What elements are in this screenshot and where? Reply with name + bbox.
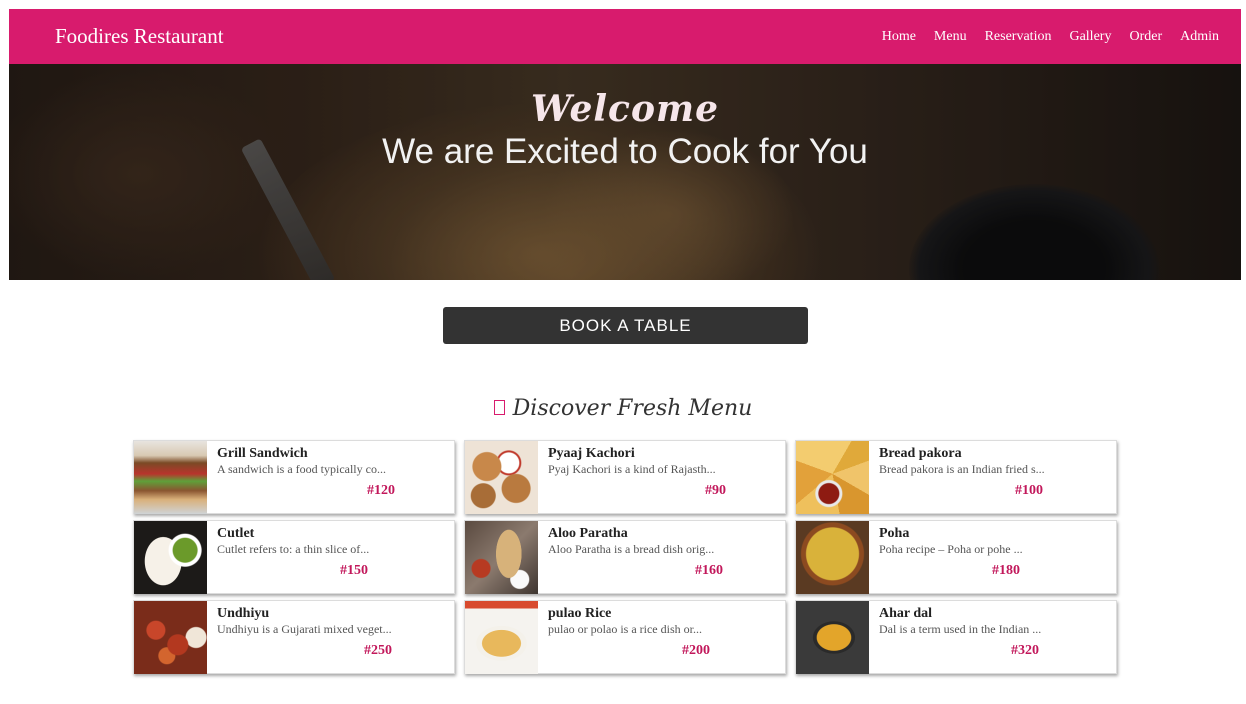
menu-item-description: Bread pakora is an Indian fried s... — [879, 462, 1045, 476]
menu-item-price: #250 — [364, 643, 392, 658]
menu-item-name: Cutlet — [217, 526, 255, 541]
menu-item-description: pulao or polao is a rice dish or... — [548, 622, 702, 636]
nav-menu[interactable]: Menu — [934, 29, 967, 45]
menu-item-price: #120 — [367, 483, 395, 498]
menu-item-name: Bread pakora — [879, 446, 962, 461]
menu-item-price: #200 — [682, 643, 710, 658]
nav-links: Home Menu Reservation Gallery Order Admi… — [882, 29, 1219, 45]
menu-card[interactable]: Grill Sandwich A sandwich is a food typi… — [133, 440, 455, 514]
grill-sandwich-image — [134, 441, 207, 514]
menu-grid: Grill Sandwich A sandwich is a food typi… — [133, 440, 1117, 674]
menu-item-description: Undhiyu is a Gujarati mixed veget... — [217, 622, 392, 636]
menu-card[interactable]: Ahar dal Dal is a term used in the India… — [795, 600, 1117, 674]
nav-reservation[interactable]: Reservation — [985, 29, 1052, 45]
hero-welcome: Welcome — [530, 88, 719, 130]
menu-item-description: Dal is a term used in the Indian ... — [879, 622, 1042, 636]
menu-card[interactable]: Undhiyu Undhiyu is a Gujarati mixed vege… — [133, 600, 455, 674]
menu-item-name: Ahar dal — [879, 606, 933, 621]
menu-section-title: Discover Fresh Menu — [0, 396, 1246, 421]
pulao-rice-image — [465, 601, 538, 674]
menu-item-name: Pyaaj Kachori — [548, 446, 635, 461]
menu-item-description: A sandwich is a food typically co... — [217, 462, 386, 476]
nav-home[interactable]: Home — [882, 29, 916, 45]
menu-item-name: Grill Sandwich — [217, 446, 308, 461]
pyaaj-kachori-image — [465, 441, 538, 514]
menu-item-price: #150 — [340, 563, 368, 578]
menu-icon — [493, 399, 505, 415]
menu-card[interactable]: Cutlet Cutlet refers to: a thin slice of… — [133, 520, 455, 594]
book-table-button[interactable]: BOOK A TABLE — [443, 307, 808, 344]
menu-item-name: Undhiyu — [217, 606, 270, 621]
menu-card[interactable]: Poha Poha recipe – Poha or pohe ... #180 — [795, 520, 1117, 594]
nav-order[interactable]: Order — [1129, 29, 1162, 45]
navbar: Foodires Restaurant Home Menu Reservatio… — [9, 9, 1241, 64]
menu-item-name: pulao Rice — [548, 606, 612, 621]
cutlet-image — [134, 521, 207, 594]
menu-card[interactable]: Bread pakora Bread pakora is an Indian f… — [795, 440, 1117, 514]
menu-item-price: #100 — [1015, 483, 1043, 498]
menu-item-price: #180 — [992, 563, 1020, 578]
menu-item-name: Aloo Paratha — [548, 526, 628, 541]
menu-item-description: Poha recipe – Poha or pohe ... — [879, 542, 1023, 556]
aloo-paratha-image — [465, 521, 538, 594]
menu-item-description: Pyaj Kachori is a kind of Rajasth... — [548, 462, 716, 476]
bread-pakora-image — [796, 441, 869, 514]
poha-image — [796, 521, 869, 594]
menu-item-name: Poha — [879, 526, 910, 541]
menu-item-price: #160 — [695, 563, 723, 578]
hero-banner: Welcome We are Excited to Cook for You — [9, 64, 1241, 280]
nav-gallery[interactable]: Gallery — [1069, 29, 1111, 45]
menu-item-price: #90 — [705, 483, 726, 498]
hero-tagline: We are Excited to Cook for You — [382, 132, 868, 171]
menu-section-title-text: Discover Fresh Menu — [512, 396, 753, 421]
ahar-dal-image — [796, 601, 869, 674]
menu-card[interactable]: Pyaaj Kachori Pyaj Kachori is a kind of … — [464, 440, 786, 514]
brand-logo[interactable]: Foodires Restaurant — [55, 24, 224, 49]
nav-admin[interactable]: Admin — [1180, 29, 1219, 45]
menu-item-price: #320 — [1011, 643, 1039, 658]
menu-item-description: Cutlet refers to: a thin slice of... — [217, 542, 370, 556]
menu-card[interactable]: Aloo Paratha Aloo Paratha is a bread dis… — [464, 520, 786, 594]
menu-item-description: Aloo Paratha is a bread dish orig... — [548, 542, 715, 556]
undhiyu-image — [134, 601, 207, 674]
menu-card[interactable]: pulao Rice pulao or polao is a rice dish… — [464, 600, 786, 674]
